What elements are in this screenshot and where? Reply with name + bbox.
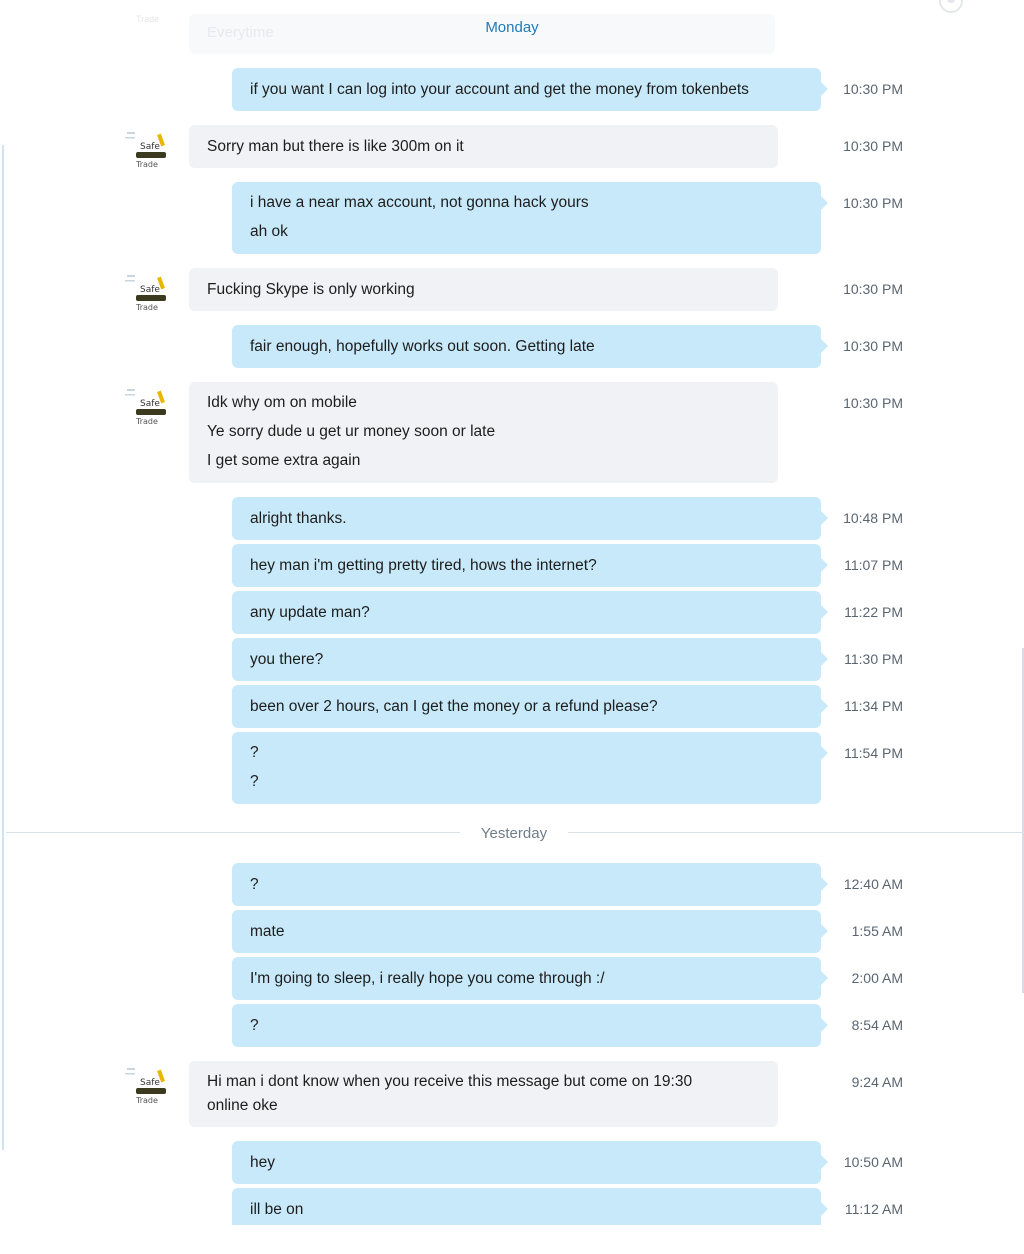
outgoing-message[interactable]: ill be on	[232, 1188, 828, 1225]
avatar-label-top: Safe	[140, 399, 160, 409]
contact-avatar[interactable]: Safe Trade	[123, 271, 171, 315]
message-time: 8:54 AM	[851, 1017, 903, 1033]
outgoing-message[interactable]: ? ?	[232, 732, 828, 804]
message-time: 10:30 PM	[843, 138, 903, 154]
outgoing-message[interactable]: fair enough, hopefully works out soon. G…	[232, 325, 828, 368]
message-time: 11:54 PM	[844, 745, 903, 761]
message-text: alright thanks.	[250, 510, 347, 527]
message-text: online oke	[207, 1097, 278, 1114]
incoming-message[interactable]: Hi man i dont know when you receive this…	[189, 1061, 778, 1127]
outgoing-message[interactable]: i have a near max account, not gonna hac…	[232, 182, 828, 254]
avatar-label-top: Safe	[140, 1078, 160, 1088]
outgoing-message[interactable]: ?	[232, 863, 828, 906]
message-text: been over 2 hours, can I get the money o…	[250, 698, 658, 715]
message-text: i have a near max account, not gonna hac…	[250, 194, 589, 211]
avatar-label-bottom: Trade	[135, 1096, 158, 1105]
outgoing-message[interactable]: you there?	[232, 638, 828, 681]
avatar-label-bottom: Trade	[135, 303, 158, 312]
outgoing-message[interactable]: I'm going to sleep, i really hope you co…	[232, 957, 828, 1000]
day-separator-yesterday: Yesterday	[460, 823, 568, 845]
left-rail-line	[2, 145, 4, 1150]
message-text: ill be on	[250, 1201, 304, 1218]
contact-avatar[interactable]: Safe Trade	[123, 128, 171, 172]
message-text: any update man?	[250, 604, 370, 621]
message-text: ah ok	[250, 223, 288, 240]
message-time: 11:07 PM	[844, 557, 903, 573]
outgoing-message[interactable]: ?	[232, 1004, 828, 1047]
message-text: fair enough, hopefully works out soon. G…	[250, 338, 595, 355]
message-time: 1:55 AM	[851, 923, 903, 939]
message-time: 10:48 PM	[843, 510, 903, 526]
message-text: I get some extra again	[207, 452, 361, 469]
message-text: Hi man i dont know when you receive this…	[207, 1073, 693, 1090]
message-time: 10:30 PM	[843, 395, 903, 411]
message-time: 11:12 AM	[844, 1201, 903, 1217]
message-time: 10:30 PM	[843, 338, 903, 354]
message-text: Sorry man but there is like 300m on it	[207, 138, 464, 155]
incoming-message[interactable]: Sorry man but there is like 300m on it	[189, 125, 778, 168]
outgoing-message[interactable]: mate	[232, 910, 828, 953]
contact-avatar[interactable]: Safe Trade	[123, 385, 171, 429]
safe-trade-logo-icon: Safe Trade	[125, 132, 166, 169]
message-time: 11:34 PM	[844, 698, 903, 714]
contact-info-icon[interactable]	[938, 0, 964, 14]
day-separator-monday: Monday	[485, 19, 539, 36]
message-text: ?	[250, 744, 259, 761]
incoming-message[interactable]: Fucking Skype is only working	[189, 268, 778, 311]
message-text: ?	[250, 1017, 259, 1034]
message-text: you there?	[250, 651, 324, 668]
contact-avatar[interactable]: Safe Trade	[123, 1064, 171, 1108]
message-text: Idk why om on mobile	[207, 394, 357, 411]
outgoing-message[interactable]: hey	[232, 1141, 828, 1184]
message-text: ?	[250, 773, 259, 790]
outgoing-message[interactable]: hey man i'm getting pretty tired, hows t…	[232, 544, 828, 587]
incoming-message[interactable]: Idk why om on mobile Ye sorry dude u get…	[189, 382, 778, 483]
safe-trade-logo-icon: Safe Trade	[125, 389, 166, 426]
left-rail	[0, 0, 4, 1254]
avatar-label-bottom: Trade	[135, 160, 158, 169]
message-time: 2:00 AM	[851, 970, 903, 986]
message-time: 10:50 AM	[843, 1154, 903, 1170]
message-time: 10:30 PM	[843, 281, 903, 297]
message-text: mate	[250, 923, 285, 940]
message-time: 11:30 PM	[844, 651, 903, 667]
outgoing-message[interactable]: been over 2 hours, can I get the money o…	[232, 685, 828, 728]
outgoing-message[interactable]: alright thanks.	[232, 497, 828, 540]
message-time: 12:40 AM	[843, 876, 903, 892]
message-text: if you want I can log into your account …	[250, 81, 749, 98]
message-text: hey man i'm getting pretty tired, hows t…	[250, 557, 597, 574]
message-time: 10:30 PM	[843, 195, 903, 211]
message-text: I'm going to sleep, i really hope you co…	[250, 970, 605, 987]
message-text: Fucking Skype is only working	[207, 281, 415, 298]
message-time: 10:30 PM	[843, 81, 903, 97]
avatar-label-top: Safe	[140, 142, 160, 152]
message-text: ?	[250, 876, 259, 893]
safe-trade-logo-icon: Safe Trade	[125, 1068, 166, 1105]
message-time: 11:22 PM	[844, 604, 903, 620]
avatar-label-top: Safe	[140, 285, 160, 295]
message-text: Ye sorry dude u get ur money soon or lat…	[207, 423, 496, 440]
outgoing-message[interactable]: any update man?	[232, 591, 828, 634]
message-text: hey	[250, 1154, 275, 1171]
avatar-label-bottom: Trade	[135, 417, 158, 426]
outgoing-message[interactable]: if you want I can log into your account …	[232, 68, 828, 111]
safe-trade-logo-icon: Safe Trade	[125, 275, 166, 312]
message-time: 9:24 AM	[851, 1074, 903, 1090]
